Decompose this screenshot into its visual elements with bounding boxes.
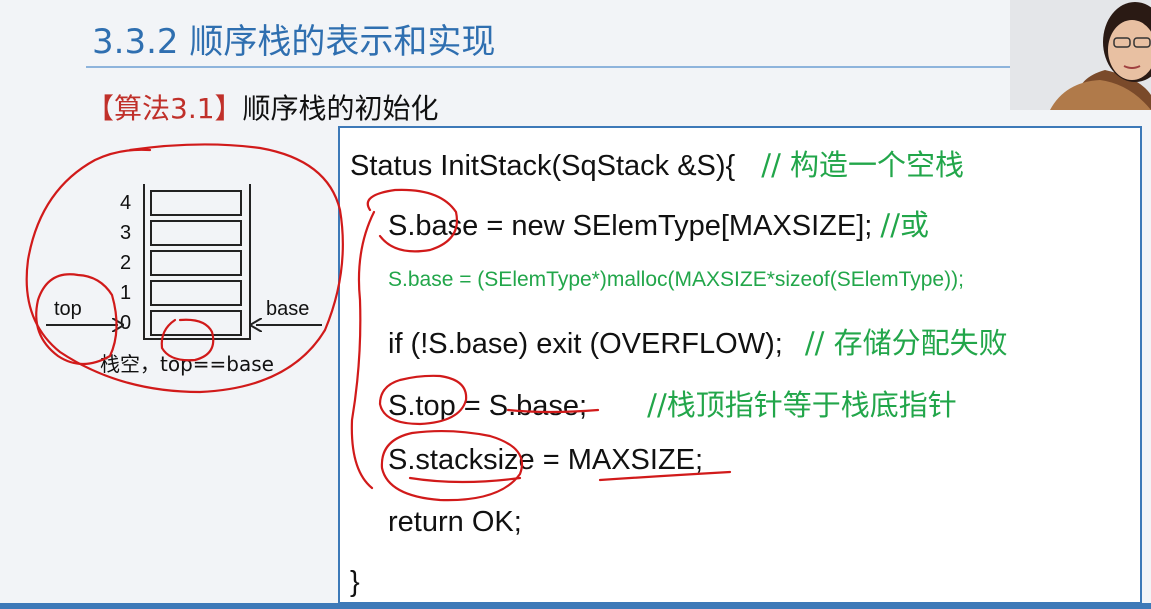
code-line-signature: Status InitStack(SqStack &S){ // 构造一个空栈 [350, 142, 964, 184]
code-text: Status InitStack(SqStack &S){ [350, 150, 736, 182]
code-comment: // 构造一个空栈 [761, 148, 965, 182]
stack-cell [150, 280, 242, 306]
stack-cell [150, 190, 242, 216]
code-line-alloc-malloc: S.base = (SElemType*)malloc(MAXSIZE*size… [388, 268, 964, 291]
stack-index: 3 [120, 222, 132, 244]
code-block: Status InitStack(SqStack &S){ // 构造一个空栈 … [338, 126, 1142, 604]
algorithm-tag: 【算法3.1】 [86, 92, 243, 125]
code-comment: //或 [880, 208, 929, 242]
stack-cell [150, 220, 242, 246]
stack-cell [150, 310, 242, 336]
top-pointer-label: top [54, 298, 82, 320]
code-line-set-top: S.top = S.base; //栈顶指针等于栈底指针 [388, 382, 957, 424]
presenter-video [1010, 0, 1151, 110]
title-divider [86, 66, 1014, 68]
stack-cell [150, 250, 242, 276]
stack-bottom [143, 338, 251, 340]
stack-index: 1 [120, 282, 132, 304]
code-line-set-size: S.stacksize = MAXSIZE; [388, 444, 704, 476]
code-line-return: return OK; [388, 506, 522, 538]
top-arrow [46, 324, 118, 326]
code-line-close-brace: } [350, 566, 360, 598]
code-text: S.base = new SElemType[MAXSIZE]; [388, 210, 873, 242]
algorithm-heading: 【算法3.1】顺序栈的初始化 [86, 87, 439, 127]
code-line-alloc-new: S.base = new SElemType[MAXSIZE]; //或 [388, 202, 929, 244]
algorithm-title: 顺序栈的初始化 [242, 92, 439, 125]
code-text: S.top = S.base; [388, 390, 588, 422]
arrow-left-icon [250, 318, 262, 332]
presenter-avatar-icon [1010, 0, 1151, 110]
base-arrow [256, 324, 322, 326]
arrow-right-icon [112, 318, 124, 332]
code-text: if (!S.base) exit (OVERFLOW); [388, 328, 783, 360]
bottom-bar [0, 603, 1151, 609]
stack-empty-caption: 栈空，top==base [100, 352, 274, 376]
code-comment: // 存储分配失败 [804, 326, 1008, 360]
code-line-overflow-check: if (!S.base) exit (OVERFLOW); // 存储分配失败 [388, 320, 1008, 362]
code-comment: //栈顶指针等于栈底指针 [647, 388, 957, 422]
slide-title: 3.3.2 顺序栈的表示和实现 [92, 22, 496, 62]
stack-diagram: 4 3 2 1 0 top base 栈空，top==base [0, 140, 340, 400]
stack-index: 4 [120, 192, 132, 214]
base-pointer-label: base [266, 298, 310, 320]
stack-index: 2 [120, 252, 132, 274]
